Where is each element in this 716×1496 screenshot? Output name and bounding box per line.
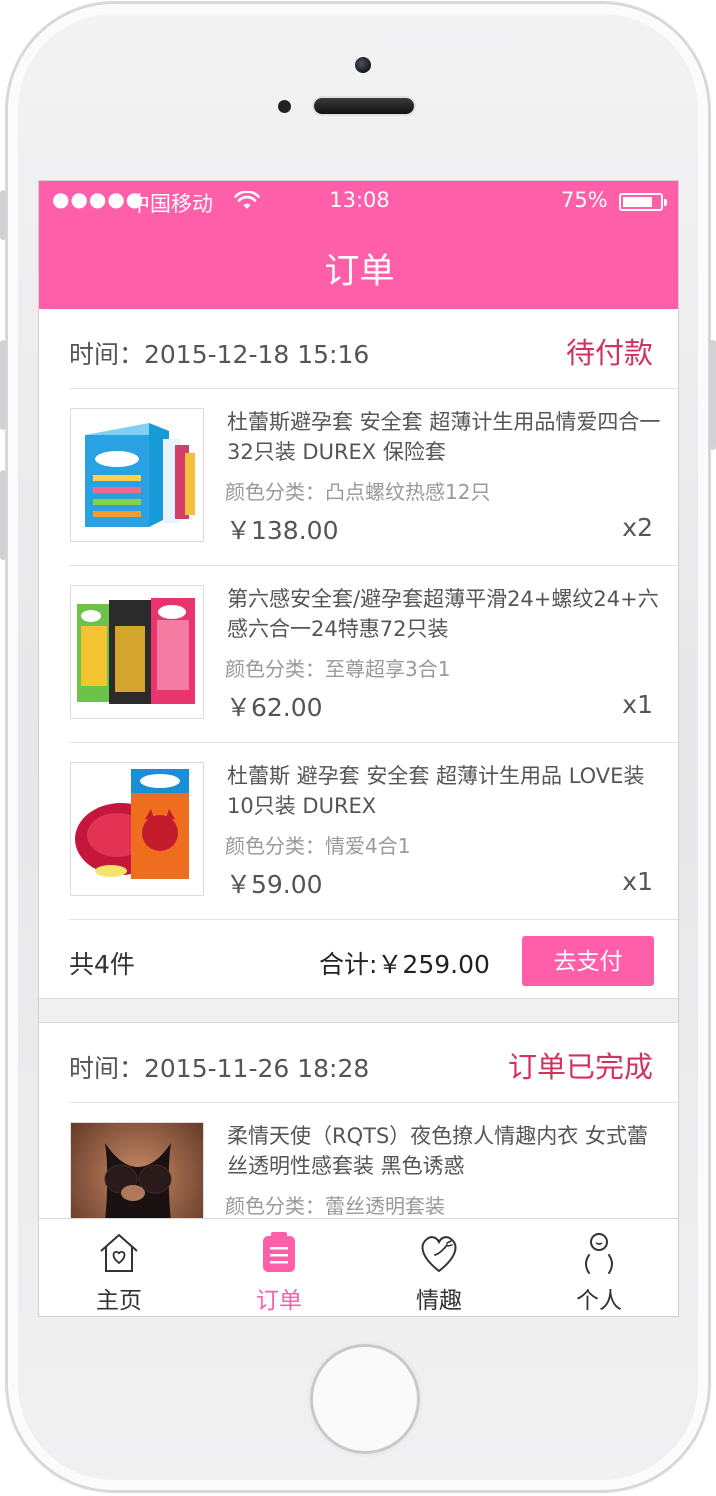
product-title: 杜蕾斯避孕套 安全套 超薄计生用品情爱四合一 32只装 DUREX 保险套: [227, 410, 661, 464]
order-item[interactable]: 柔情天使（RQTS）夜色撩人情趣内衣 女式蕾丝透明性感套装 黑色诱惑 颜色分类：…: [69, 1103, 678, 1218]
tab-home[interactable]: 主页: [39, 1219, 199, 1316]
order-time: 时间：2015-11-26 18:28: [69, 1054, 370, 1083]
person-icon: [585, 1233, 613, 1274]
mute-switch: [0, 190, 6, 240]
order-header: 时间：2015-12-18 15:16 待付款: [69, 309, 678, 389]
order-footer: 共4件 合计:￥259.00 去支付: [69, 920, 678, 998]
product-title: 杜蕾斯 避孕套 安全套 超薄计生用品 LOVE装10只装 DUREX: [227, 764, 645, 818]
home-icon: [100, 1234, 138, 1272]
power-button: [710, 340, 716, 450]
heart-icon: [421, 1236, 457, 1273]
tab-bar: 主页 订单 情趣 个人: [39, 1218, 678, 1316]
product-spec: 颜色分类：情爱4合1: [225, 834, 411, 858]
tab-label: 情趣: [416, 1288, 462, 1314]
battery-percent: 75%: [561, 188, 608, 212]
earpiece-speaker: [314, 98, 414, 114]
order-time: 时间：2015-12-18 15:16: [69, 340, 370, 369]
volume-up-button: [0, 340, 6, 430]
app-screen: ●●●●● 中国移动 13:08 75% 订单 时间：2015-12-18 15…: [38, 180, 679, 1317]
tab-label: 主页: [96, 1288, 142, 1314]
order-item[interactable]: 杜蕾斯避孕套 安全套 超薄计生用品情爱四合一 32只装 DUREX 保险套 颜色…: [69, 389, 678, 566]
tab-orders[interactable]: 订单: [199, 1219, 359, 1316]
page-title: 订单: [324, 252, 395, 292]
status-bar: ●●●●● 中国移动 13:08 75%: [39, 181, 678, 221]
front-camera: [355, 57, 371, 73]
order-card: 时间：2015-12-18 15:16 待付款 杜蕾斯避孕套 安全套 超薄计生用…: [39, 309, 678, 998]
product-quantity: x1: [622, 690, 653, 719]
product-spec: 颜色分类：蕾丝透明套装: [225, 1194, 445, 1218]
product-image: [70, 585, 204, 719]
order-status: 待付款: [565, 336, 653, 370]
battery-icon: [619, 193, 667, 211]
order-item[interactable]: 第六感安全套/避孕套超薄平滑24+螺纹24+六感六合一24特惠72只装 颜色分类…: [69, 566, 678, 743]
order-item[interactable]: 杜蕾斯 避孕套 安全套 超薄计生用品 LOVE装10只装 DUREX 颜色分类：…: [69, 743, 678, 920]
order-icon: [263, 1232, 295, 1272]
volume-down-button: [0, 470, 6, 560]
tab-profile[interactable]: 个人: [519, 1219, 678, 1316]
order-list[interactable]: 时间：2015-12-18 15:16 待付款 杜蕾斯避孕套 安全套 超薄计生用…: [39, 309, 678, 1218]
product-quantity: x1: [622, 867, 653, 896]
proximity-sensor: [278, 100, 291, 113]
home-button[interactable]: [310, 1344, 420, 1454]
product-title: 柔情天使（RQTS）夜色撩人情趣内衣 女式蕾丝透明性感套装 黑色诱惑: [227, 1124, 648, 1178]
order-card: 时间：2015-11-26 18:28 订单已完成 柔情天使（RQTS）夜色撩人…: [39, 1023, 678, 1218]
product-price: ￥62.00: [226, 693, 323, 722]
nav-bar: 订单: [39, 221, 678, 309]
product-price: ￥59.00: [226, 870, 323, 899]
pay-button[interactable]: 去支付: [522, 936, 654, 986]
product-spec: 颜色分类：至尊超享3合1: [225, 657, 451, 681]
product-price: ￥138.00: [226, 516, 339, 545]
product-spec: 颜色分类：凸点螺纹热感12只: [225, 480, 491, 504]
product-title: 第六感安全套/避孕套超薄平滑24+螺纹24+六感六合一24特惠72只装: [227, 587, 659, 641]
tab-fun[interactable]: 情趣: [359, 1219, 519, 1316]
order-separator: [39, 998, 678, 1023]
item-count: 共4件: [69, 950, 135, 979]
order-header: 时间：2015-11-26 18:28 订单已完成: [69, 1023, 678, 1103]
order-total: 合计:￥259.00: [319, 950, 490, 979]
tab-label: 订单: [256, 1288, 302, 1314]
product-image: [70, 762, 204, 896]
tab-label: 个人: [576, 1288, 622, 1314]
product-image: [70, 1122, 204, 1218]
product-quantity: x2: [622, 513, 653, 542]
order-status: 订单已完成: [507, 1050, 653, 1084]
product-image: [70, 408, 204, 542]
